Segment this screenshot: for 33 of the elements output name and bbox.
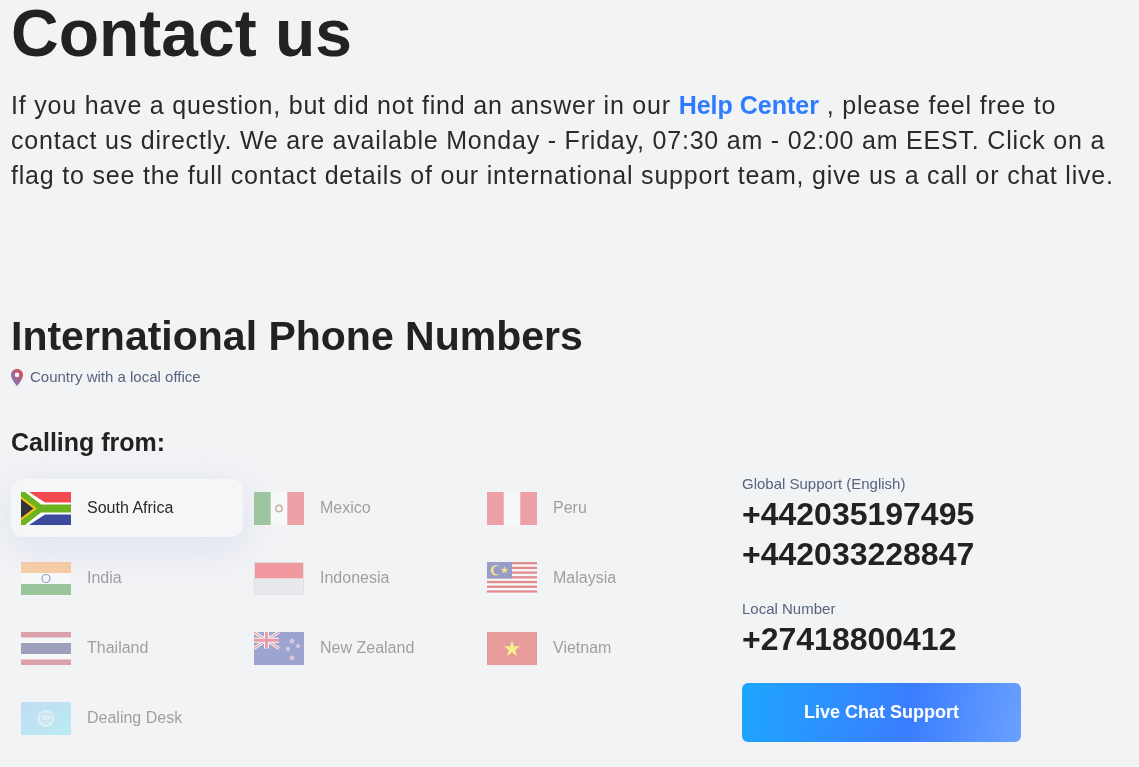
country-option[interactable]: Mexico <box>244 479 476 537</box>
flag-icon <box>21 491 71 525</box>
support-label: Global Support (English) <box>742 474 907 494</box>
flag-icon <box>487 561 537 595</box>
country-option[interactable]: South Africa <box>11 479 243 537</box>
flag-icon <box>487 631 537 665</box>
country-option[interactable]: New Zealand <box>244 619 476 677</box>
monitor-icon <box>21 701 71 735</box>
phone-number: +27418800412 <box>742 620 957 659</box>
country-option[interactable]: Peru <box>477 479 709 537</box>
flag-icon <box>254 491 304 525</box>
legend-label: Country with a local office <box>30 367 201 387</box>
phone-number: +442035197495 <box>742 495 975 534</box>
live-chat-button[interactable]: Live Chat Support <box>742 683 1021 742</box>
page-title: Contact us <box>11 0 353 66</box>
country-option[interactable]: Vietnam <box>477 619 709 677</box>
flag-icon <box>487 491 537 525</box>
section-heading: International Phone Numbers <box>11 312 583 360</box>
country-option[interactable]: Indonesia <box>244 549 476 607</box>
country-option[interactable]: Dealing Desk <box>11 689 243 747</box>
flag-icon <box>254 561 304 595</box>
flag-icon <box>21 561 71 595</box>
country-option[interactable]: Thailand <box>11 619 243 677</box>
calling-from-label: Calling from: <box>11 427 166 457</box>
intro-paragraph: If you have a question, but did not find an answer in our Help Center , please feel free to contact us directly. We are available Monday - Friday, 07:30 am - 02:00 am EEST. Click on a flag to see the full contact details of our international support team, give us a call or chat live. <box>11 90 1115 191</box>
support-label: Local Number <box>742 599 837 619</box>
map-pin-icon <box>11 368 23 386</box>
country-option[interactable]: Malaysia <box>477 549 709 607</box>
help-center-link[interactable]: Help Center <box>678 91 819 119</box>
phone-number: +442033228847 <box>742 535 975 574</box>
flag-icon <box>254 631 304 665</box>
flag-icon <box>21 631 71 665</box>
country-option[interactable]: India <box>11 549 243 607</box>
